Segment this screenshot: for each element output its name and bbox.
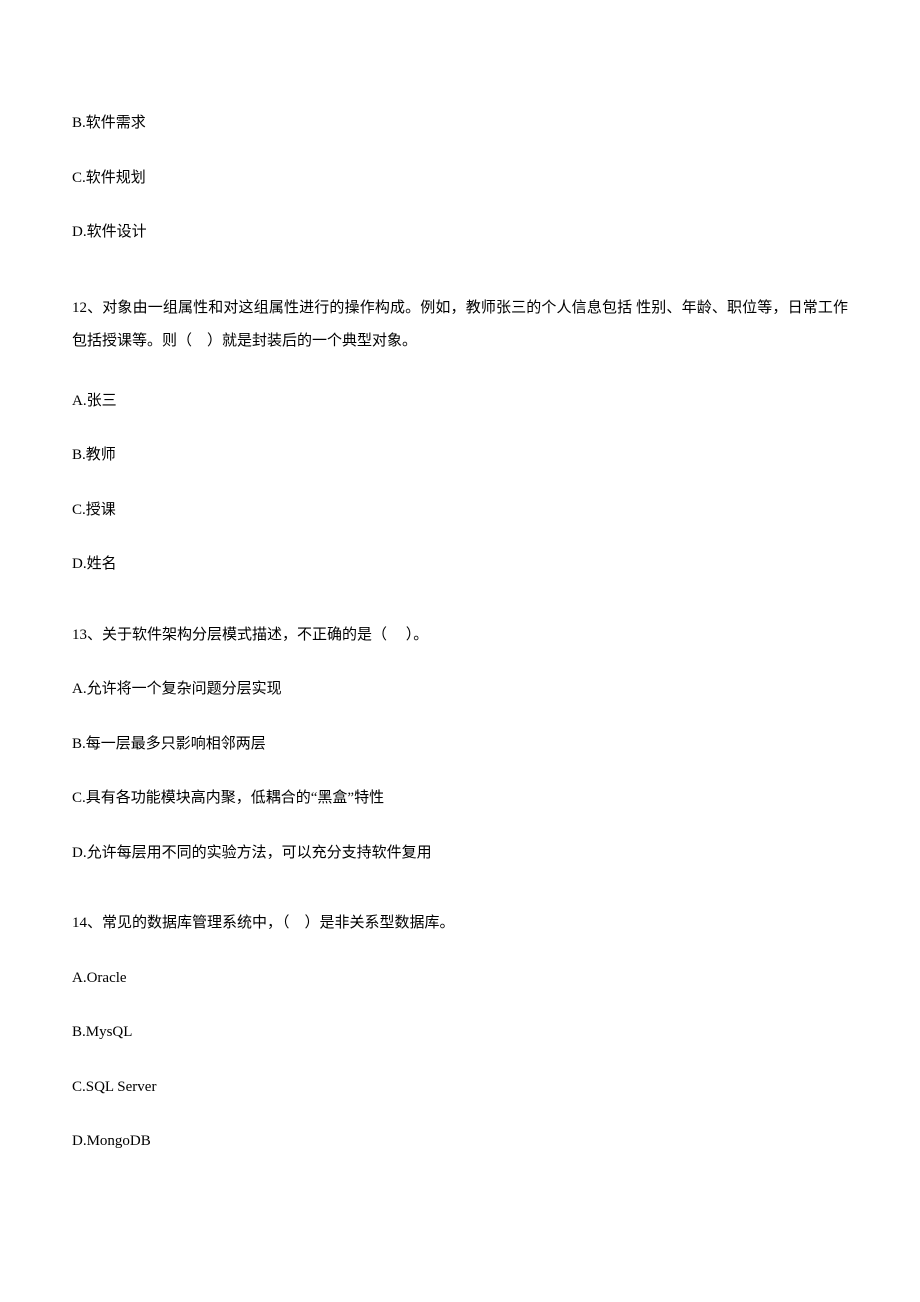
q12-stem: 12、对象由一组属性和对这组属性进行的操作构成。例如，教师张三的个人信息包括 性… <box>72 292 848 358</box>
q12-option-c: C.授课 <box>72 499 848 522</box>
q14-option-a: A.Oracle <box>72 967 848 990</box>
q11-option-c: C.软件规划 <box>72 167 848 190</box>
document-body: B.软件需求 C.软件规划 D.软件设计 12、对象由一组属性和对这组属性进行的… <box>0 0 920 1153</box>
question-14: 14、常见的数据库管理系统中，（ ）是非关系型数据库。 A.Oracle B.M… <box>72 912 848 1153</box>
q12-option-a: A.张三 <box>72 390 848 413</box>
q14-option-b: B.MysQL <box>72 1021 848 1044</box>
q13-option-d: D.允许每层用不同的实验方法，可以充分支持软件复用 <box>72 842 848 865</box>
q11-option-d: D.软件设计 <box>72 221 848 244</box>
q13-option-c: C.具有各功能模块高内聚，低耦合的“黑盒”特性 <box>72 787 848 810</box>
q12-option-b: B.教师 <box>72 444 848 467</box>
q13-stem: 13、关于软件架构分层模式描述，不正确的是（ ）。 <box>72 624 848 647</box>
q11-option-b: B.软件需求 <box>72 112 848 135</box>
q14-stem: 14、常见的数据库管理系统中，（ ）是非关系型数据库。 <box>72 912 848 935</box>
q13-option-a: A.允许将一个复杂问题分层实现 <box>72 678 848 701</box>
question-13: 13、关于软件架构分层模式描述，不正确的是（ ）。 A.允许将一个复杂问题分层实… <box>72 624 848 865</box>
q14-option-c: C.SQL Server <box>72 1076 848 1099</box>
q13-option-b: B.每一层最多只影响相邻两层 <box>72 733 848 756</box>
q14-option-d: D.MongoDB <box>72 1130 848 1153</box>
question-12: 12、对象由一组属性和对这组属性进行的操作构成。例如，教师张三的个人信息包括 性… <box>72 292 848 576</box>
q12-option-d: D.姓名 <box>72 553 848 576</box>
